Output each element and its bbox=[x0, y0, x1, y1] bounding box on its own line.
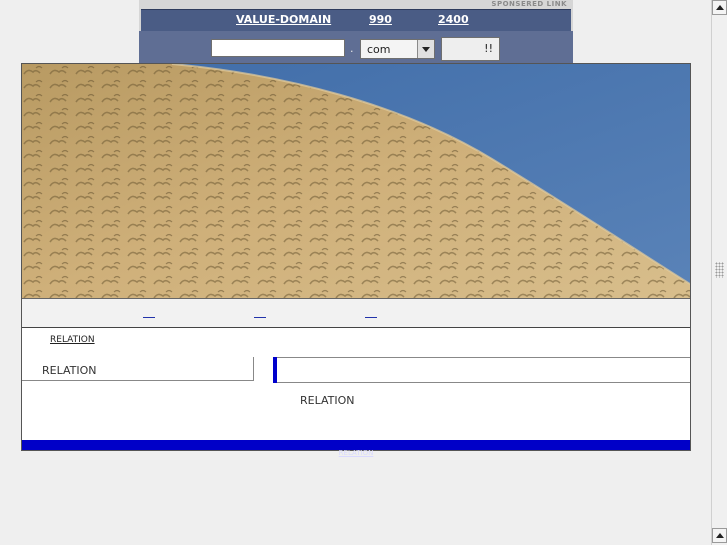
sand-dune-hero-image bbox=[22, 64, 690, 298]
scroll-up-bottom-icon[interactable] bbox=[712, 528, 727, 543]
relation-side-label: RELATION bbox=[42, 364, 97, 377]
scroll-grip-icon[interactable] bbox=[715, 262, 724, 278]
relation-side-box: RELATION bbox=[22, 357, 254, 381]
relation-link-top[interactable]: RELATION bbox=[50, 335, 95, 345]
chevron-down-icon[interactable] bbox=[417, 40, 434, 58]
nav-link-3[interactable] bbox=[365, 309, 377, 318]
value-domain-link[interactable]: VALUE-DOMAIN bbox=[236, 13, 331, 26]
nav-link-2[interactable] bbox=[254, 309, 266, 318]
vertical-scrollbar[interactable] bbox=[711, 0, 727, 545]
domain-dot: . bbox=[350, 42, 354, 55]
footer-bar: RELATION bbox=[22, 440, 690, 457]
sand-dune-illustration bbox=[22, 64, 690, 298]
price-2400-link[interactable]: 2400 bbox=[438, 13, 469, 26]
right-content-box bbox=[277, 357, 690, 383]
domain-input[interactable] bbox=[211, 39, 345, 57]
nav-link-1[interactable] bbox=[143, 309, 155, 318]
domain-search-row: . com !! bbox=[139, 31, 573, 63]
main-frame: RELATION RELATION RELATION RELATION bbox=[21, 63, 691, 457]
nav-strip bbox=[22, 298, 690, 328]
tld-select-value: com bbox=[367, 43, 391, 56]
banner-link-bar: VALUE-DOMAIN 990 2400 bbox=[141, 9, 571, 32]
sponsored-banner: SPONSERED LINK VALUE-DOMAIN 990 2400 . c… bbox=[139, 0, 573, 63]
price-990-link[interactable]: 990 bbox=[369, 13, 392, 26]
scroll-up-icon[interactable] bbox=[712, 0, 727, 15]
domain-search-button[interactable]: !! bbox=[441, 37, 500, 61]
relation-center-label: RELATION bbox=[300, 394, 355, 407]
relation-footer-link[interactable]: RELATION bbox=[339, 449, 374, 457]
tld-select[interactable]: com bbox=[360, 39, 435, 59]
sponsored-link-label: SPONSERED LINK bbox=[491, 0, 567, 8]
